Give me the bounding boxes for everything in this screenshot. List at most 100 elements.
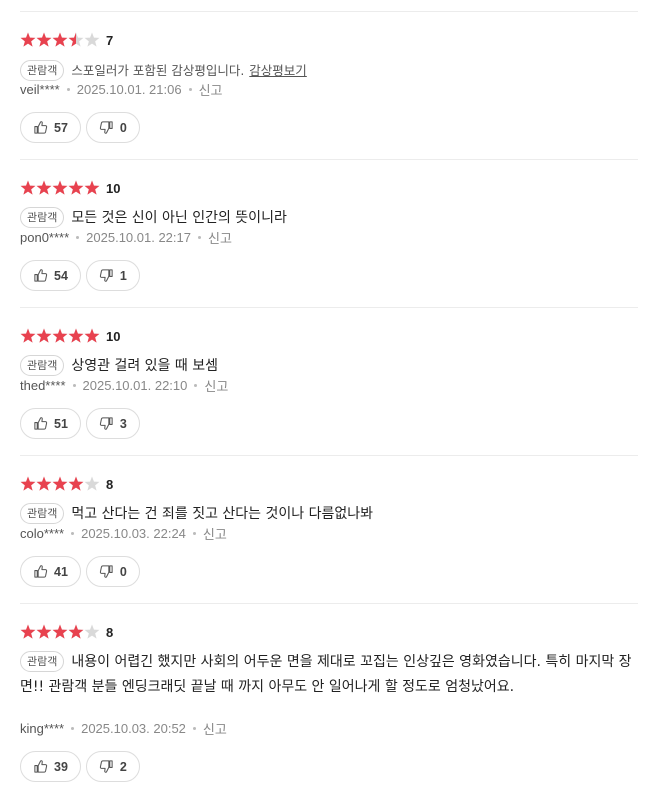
star-icon-filled <box>20 624 36 639</box>
dislike-button[interactable]: 3 <box>85 408 140 439</box>
report-link[interactable]: 신고 <box>208 228 232 247</box>
dislike-button[interactable]: 0 <box>85 556 140 587</box>
dislike-button[interactable]: 2 <box>85 751 140 782</box>
like-count: 51 <box>54 416 68 431</box>
dislike-count: 0 <box>119 564 127 579</box>
star-icon-filled <box>52 32 68 47</box>
report-link[interactable]: 신고 <box>204 376 228 395</box>
rating-row: 8 <box>20 474 113 494</box>
star-icon-filled <box>52 180 68 195</box>
rating-score: 7 <box>106 32 114 48</box>
review-date: 2025.10.03. 22:24 <box>81 525 186 541</box>
review-item: 8 관람객 먹고 산다는 건 죄를 짓고 산다는 것이나 다름없나봐 colo**… <box>20 456 638 604</box>
review-text: 먹고 산다는 건 죄를 짓고 산다는 것이나 다름없나봐 <box>71 506 374 522</box>
like-button[interactable]: 57 <box>20 112 81 143</box>
thumbs-down-icon <box>99 416 114 431</box>
star-icon <box>84 32 100 47</box>
review-item: 10 관람객 모든 것은 신이 아닌 인간의 뜻이니라 pon0**** 2025… <box>20 160 638 308</box>
review-date: 2025.10.01. 22:17 <box>86 229 191 245</box>
separator-dot <box>66 87 70 91</box>
star-icon-filled <box>20 180 36 195</box>
like-button[interactable]: 39 <box>20 751 81 782</box>
author-id[interactable]: king**** <box>20 721 64 736</box>
viewer-badge: 관람객 <box>20 207 65 228</box>
review-meta: king**** 2025.10.03. 20:52 신고 <box>20 718 227 738</box>
report-link[interactable]: 신고 <box>203 719 227 738</box>
review-text: 상영관 걸려 있을 때 보셈 <box>71 358 218 374</box>
separator-dot <box>76 235 80 239</box>
star-icon-filled <box>52 476 68 491</box>
rating-score: 10 <box>106 180 121 196</box>
author-id[interactable]: veil**** <box>20 82 60 97</box>
review-text: 모든 것은 신이 아닌 인간의 뜻이니라 <box>71 210 287 226</box>
separator-dot <box>194 383 198 387</box>
vote-buttons: 54 1 <box>20 260 145 292</box>
vote-buttons: 57 0 <box>20 112 145 144</box>
separator-dot <box>197 235 201 239</box>
rating-score: 8 <box>106 476 114 492</box>
thumbs-down-icon <box>99 759 114 774</box>
star-icon-filled <box>52 328 68 343</box>
view-spoiler-link[interactable]: 감상평보기 <box>249 63 307 78</box>
star-icon-filled <box>36 476 52 491</box>
author-id[interactable]: pon0**** <box>20 230 69 245</box>
review-date: 2025.10.03. 20:52 <box>81 720 186 736</box>
star-rating <box>20 476 100 492</box>
thumbs-up-icon <box>33 759 48 774</box>
separator-dot <box>192 726 196 730</box>
star-icon-filled <box>20 328 36 343</box>
vote-buttons: 51 3 <box>20 408 145 440</box>
dislike-count: 2 <box>119 759 127 774</box>
author-id[interactable]: colo**** <box>20 526 64 541</box>
star-icon-filled <box>36 624 52 639</box>
like-button[interactable]: 54 <box>20 260 81 291</box>
star-icon-filled <box>84 180 100 195</box>
star-icon <box>84 624 100 639</box>
review-meta: pon0**** 2025.10.01. 22:17 신고 <box>20 227 232 247</box>
thumbs-down-icon <box>99 268 114 283</box>
separator-dot <box>192 531 196 535</box>
separator-dot <box>72 383 76 387</box>
review-content: 관람객 내용이 어렵긴 했지만 사회의 어두운 면을 제대로 꼬집는 인상깊은 영… <box>20 650 638 700</box>
author-id[interactable]: thed**** <box>20 378 66 393</box>
report-link[interactable]: 신고 <box>199 80 223 99</box>
review-text: 내용이 어렵긴 했지만 사회의 어두운 면을 제대로 꼬집는 인상깊은 영화였습… <box>20 654 632 695</box>
dislike-button[interactable]: 1 <box>85 260 140 291</box>
like-count: 54 <box>54 268 68 283</box>
like-button[interactable]: 41 <box>20 556 81 587</box>
vote-buttons: 39 2 <box>20 751 145 783</box>
review-item: 10 관람객 상영관 걸려 있을 때 보셈 thed**** 2025.10.01… <box>20 308 638 456</box>
star-icon-filled <box>84 328 100 343</box>
review-date: 2025.10.01. 22:10 <box>82 377 188 393</box>
thumbs-down-icon <box>99 120 114 135</box>
review-meta: colo**** 2025.10.03. 22:24 신고 <box>20 523 227 543</box>
review-date: 2025.10.01. 21:06 <box>76 81 182 97</box>
like-button[interactable]: 51 <box>20 408 81 439</box>
star-icon-filled <box>68 180 84 195</box>
viewer-badge: 관람객 <box>20 503 65 524</box>
star-icon-filled <box>36 180 52 195</box>
rating-row: 7 <box>20 30 113 50</box>
rating-row: 10 <box>20 326 120 346</box>
viewer-badge: 관람객 <box>20 355 65 376</box>
dislike-count: 1 <box>119 268 127 283</box>
dislike-button[interactable]: 0 <box>85 112 140 143</box>
like-count: 39 <box>54 759 68 774</box>
star-icon-filled <box>20 476 36 491</box>
thumbs-up-icon <box>33 564 48 579</box>
review-meta: veil**** 2025.10.01. 21:06 신고 <box>20 79 223 99</box>
thumbs-down-icon <box>99 564 114 579</box>
star-icon-filled <box>52 624 68 639</box>
separator-dot <box>71 726 75 730</box>
rating-score: 10 <box>106 328 121 344</box>
thumbs-up-icon <box>33 120 48 135</box>
dislike-count: 3 <box>119 416 127 431</box>
thumbs-up-icon <box>33 268 48 283</box>
rating-row: 10 <box>20 178 120 198</box>
review-item: 8 관람객 내용이 어렵긴 했지만 사회의 어두운 면을 제대로 꼬집는 인상깊은… <box>20 604 638 790</box>
star-icon-filled <box>68 624 84 639</box>
report-link[interactable]: 신고 <box>203 524 227 543</box>
review-item: 7 관람객 스포일러가 포함된 감상평입니다. 감상평보기 veil**** 202… <box>20 12 638 160</box>
dislike-count: 0 <box>119 120 127 135</box>
vote-buttons: 41 0 <box>20 556 145 588</box>
